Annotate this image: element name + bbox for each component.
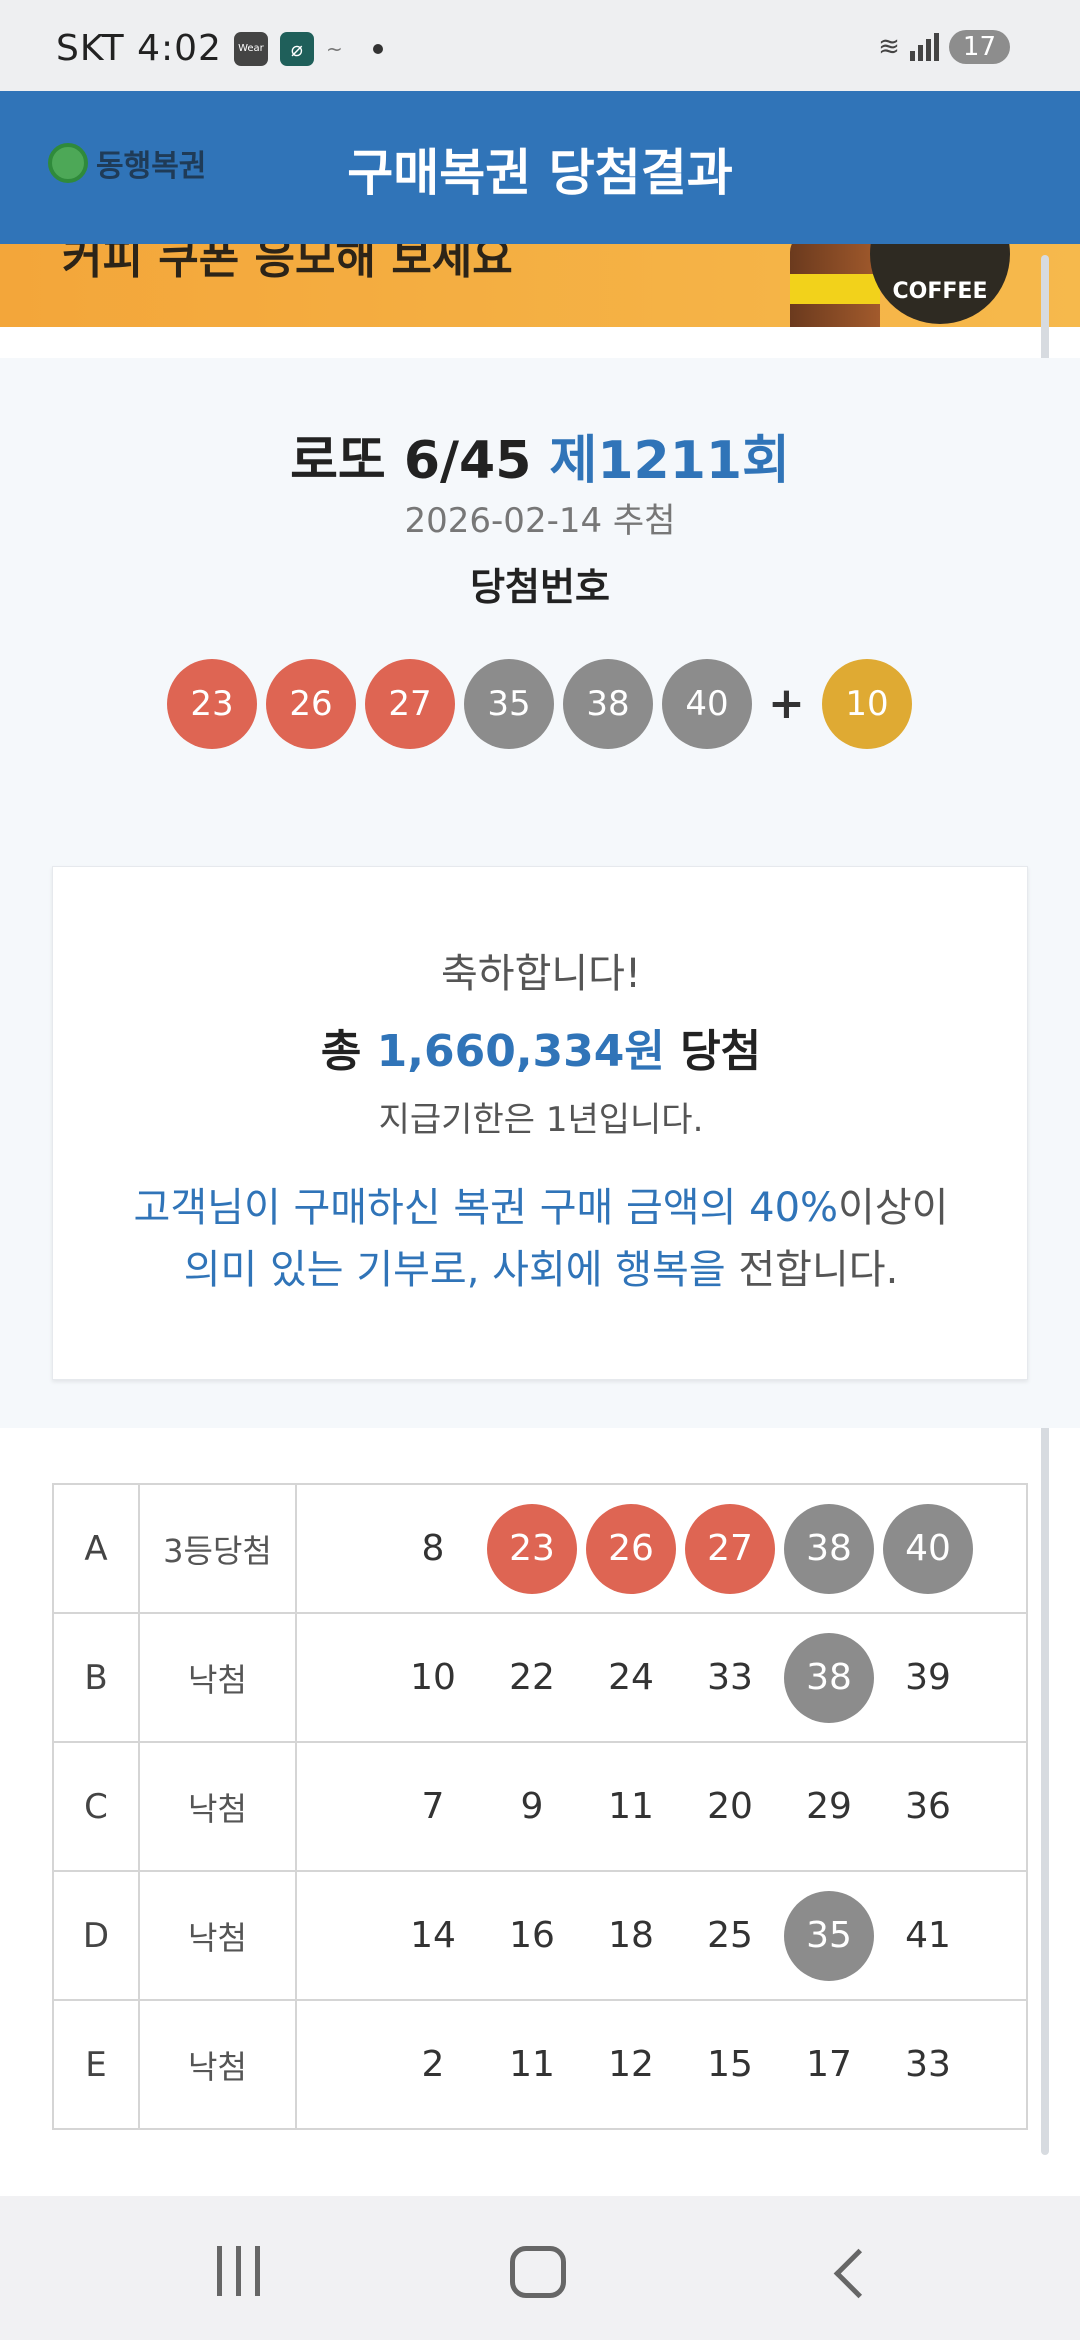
ticket-number: 22 (509, 1657, 555, 1698)
ticket-number: 39 (905, 1657, 951, 1698)
ticket-number: 2 (421, 2044, 445, 2085)
ticket-row: E 낙첨 2 11 12 15 17 33 (52, 1999, 1028, 2130)
more-notifications-icon (372, 43, 383, 54)
winning-ball: 27 (365, 659, 455, 749)
round-number: 제1211회 (549, 431, 790, 491)
donation-line1-blue: 고객님이 구매하신 복권 구매 금액의 40% (133, 1185, 839, 1231)
ticket-number: 11 (509, 2044, 555, 2085)
ticket-numbers: 8 23 26 27 38 40 (295, 1483, 1028, 1614)
ticket-number: 14 (410, 1915, 456, 1956)
total-prefix: 총 (320, 1026, 362, 1077)
ticket-number: 33 (707, 1657, 753, 1698)
winning-ball: 38 (563, 659, 653, 749)
home-button[interactable] (510, 2246, 566, 2298)
plus-sign: + (768, 678, 805, 729)
status-bar: SKT 4:02 Wear ⌀ ~ ≋ 17 (0, 0, 1080, 91)
ticket-number: 12 (608, 2044, 654, 2085)
matched-number-ball: 35 (784, 1890, 874, 1981)
status-left: SKT 4:02 Wear ⌀ ~ (56, 28, 383, 69)
back-button[interactable] (825, 2246, 885, 2302)
matched-number-ball: 27 (685, 1503, 775, 1594)
ticket-number: 7 (421, 1786, 445, 1827)
ticket-game-label: C (52, 1741, 140, 1872)
game-name: 로또 6/45 (290, 431, 532, 491)
ticket-status: 낙첨 (138, 1612, 297, 1743)
draw-date: 2026-02-14 추첨 (404, 501, 676, 541)
signal-icon (909, 33, 939, 61)
ticket-number: 20 (707, 1786, 753, 1827)
ticket-number: 25 (707, 1915, 753, 1956)
winning-ball: 23 (167, 659, 257, 749)
ticket-row: B 낙첨 10 22 24 33 38 39 (52, 1612, 1028, 1743)
donation-line2-dark: 전합니다. (725, 1247, 899, 1293)
ticket-game-label: B (52, 1612, 140, 1743)
congrats-card: 축하합니다! 총 1,660,334원 당첨 지급기한은 1년입니다. 고객님이… (52, 866, 1028, 1380)
recents-button[interactable] (208, 2246, 268, 2302)
congrats-heading: 축하합니다! (440, 951, 642, 997)
ticket-number: 41 (905, 1915, 951, 1956)
ticket-numbers: 7 9 11 20 29 36 (295, 1741, 1028, 1872)
coffee-badge: COFFEE (870, 244, 1010, 324)
ticket-status: 낙첨 (138, 1999, 297, 2130)
winning-ball: 40 (662, 659, 752, 749)
app-header: 동행복권 구매복권 당첨결과 (0, 91, 1080, 244)
ticket-number: 11 (608, 1786, 654, 1827)
ticket-table: A 3등당첨 8 23 26 27 38 40 B 낙첨 10 22 24 33 38 39 C 낙첨 7 9 11 20… (52, 1483, 1028, 2130)
ticket-game-label: A (52, 1483, 140, 1614)
winning-ball: 35 (464, 659, 554, 749)
wifi-icon: ≋ (878, 32, 900, 62)
ticket-number: 15 (707, 2044, 753, 2085)
wear-app-icon: Wear (233, 31, 268, 66)
ticket-number: 24 (608, 1657, 654, 1698)
matched-number-ball: 38 (784, 1632, 874, 1723)
ticket-number: 17 (806, 2044, 852, 2085)
payment-deadline: 지급기한은 1년입니다. (378, 1100, 704, 1140)
winning-numbers-label: 당첨번호 (470, 565, 610, 609)
status-right: ≋ 17 (878, 30, 1010, 64)
ticket-status: 3등당첨 (138, 1483, 297, 1614)
ticket-status: 낙첨 (138, 1741, 297, 1872)
donation-line2-blue: 의미 있는 기부로, 사회에 행복을 (183, 1247, 726, 1293)
matched-number-ball: 26 (586, 1503, 676, 1594)
promo-banner[interactable]: 커피 쿠폰 응모해 보세요 COFFEE (0, 244, 1080, 327)
ticket-game-label: D (52, 1870, 140, 2001)
carrier-time: SKT 4:02 (56, 28, 222, 69)
battery-icon: 17 (948, 30, 1010, 64)
total-amount: 1,660,334원 (376, 1026, 665, 1077)
ticket-numbers: 10 22 24 33 38 39 (295, 1612, 1028, 1743)
donation-message: 고객님이 구매하신 복권 구매 금액의 40%이상이 의미 있는 기부로, 사회… (53, 1177, 1029, 1301)
ticket-number: 10 (410, 1657, 456, 1698)
ticket-status: 낙첨 (138, 1870, 297, 2001)
page-title: 구매복권 당첨결과 (347, 144, 733, 202)
matched-number-ball: 40 (883, 1503, 973, 1594)
matched-number-ball: 38 (784, 1503, 874, 1594)
winning-ball: 26 (266, 659, 356, 749)
app-notification-icon: ⌀ (279, 31, 314, 66)
wing-notification-icon: ~ (325, 36, 343, 61)
draw-round-title: 로또 6/45 제1211회 (0, 418, 1080, 493)
ticket-number: 36 (905, 1786, 951, 1827)
donation-line1-dark: 이상이 (838, 1185, 949, 1231)
total-suffix: 당첨 (680, 1026, 762, 1077)
system-nav-bar (0, 2196, 1080, 2340)
ticket-number: 29 (806, 1786, 852, 1827)
total-prize: 총 1,660,334원 당첨 (53, 1015, 1029, 1079)
ticket-numbers: 2 11 12 15 17 33 (295, 1999, 1028, 2130)
bonus-ball: 10 (822, 659, 912, 749)
banner-text: 커피 쿠폰 응모해 보세요 (62, 244, 513, 284)
ticket-number: 9 (520, 1786, 544, 1827)
ticket-row: A 3등당첨 8 23 26 27 38 40 (52, 1483, 1028, 1614)
ticket-row: C 낙첨 7 9 11 20 29 36 (52, 1741, 1028, 1872)
ticket-number: 16 (509, 1915, 555, 1956)
ticket-number: 18 (608, 1915, 654, 1956)
ticket-game-label: E (52, 1999, 140, 2130)
coffee-cup-icon (790, 244, 880, 327)
ticket-number: 33 (905, 2044, 951, 2085)
matched-number-ball: 23 (487, 1503, 577, 1594)
ticket-row: D 낙첨 14 16 18 25 35 41 (52, 1870, 1028, 2001)
ticket-number: 8 (421, 1528, 445, 1569)
ticket-numbers: 14 16 18 25 35 41 (295, 1870, 1028, 2001)
